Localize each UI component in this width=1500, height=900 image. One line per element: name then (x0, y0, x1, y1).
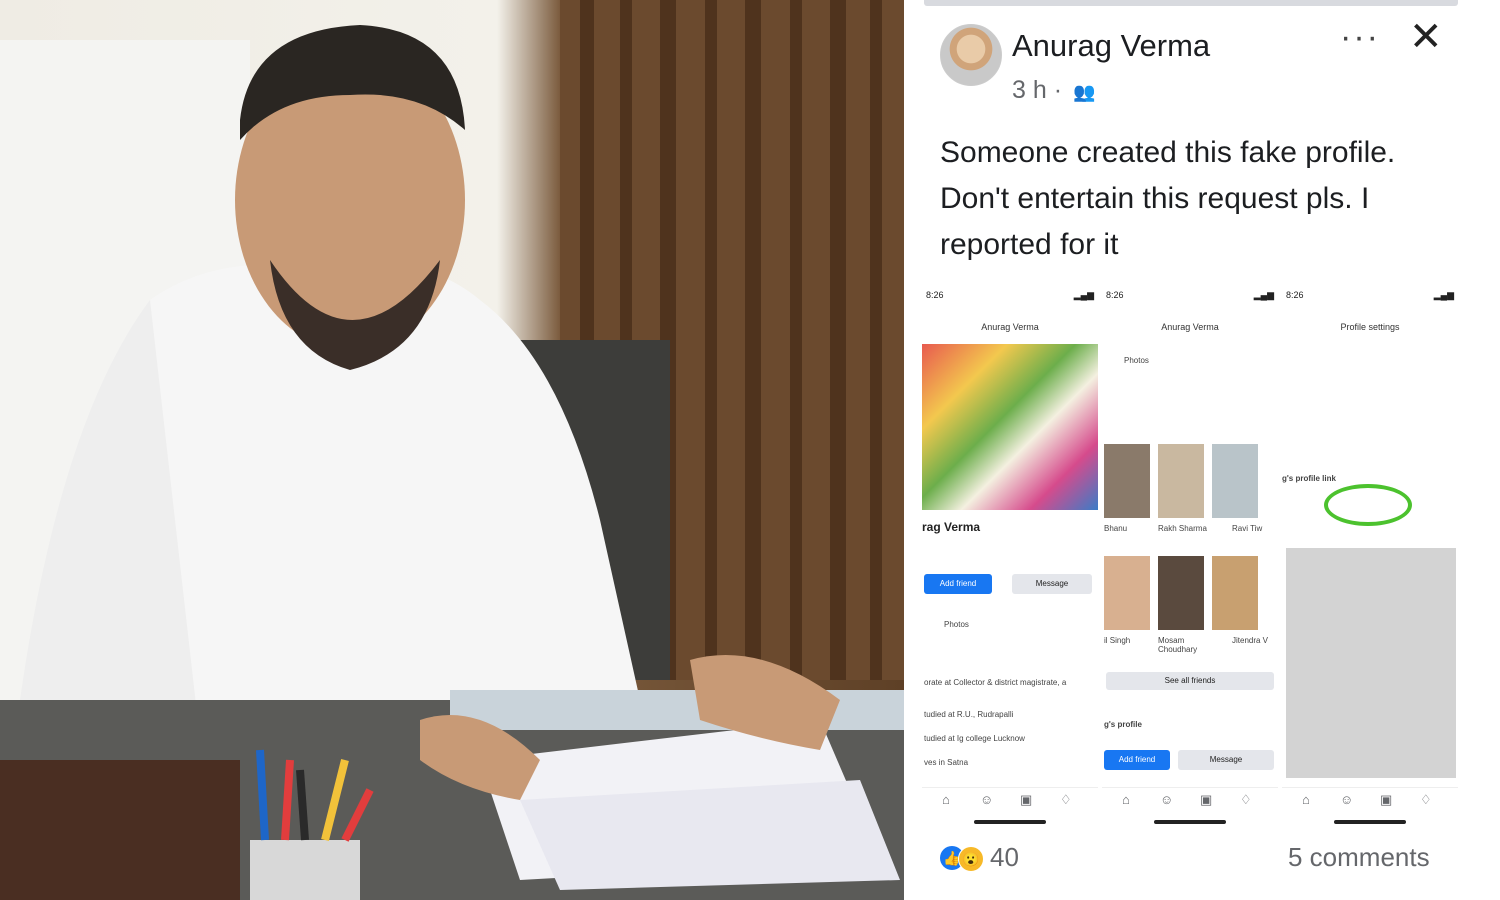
friends-tab-icon[interactable]: ☺ (1340, 792, 1353, 807)
top-divider (924, 0, 1458, 6)
home-indicator (1334, 820, 1406, 824)
intro-line: tudied at R.U., Rudrapalli (924, 710, 1014, 719)
friend-thumb[interactable] (1212, 444, 1258, 518)
author-avatar[interactable] (940, 24, 1002, 86)
facebook-post: Anurag Verma 3 h · 👥 ··· ✕ Someone creat… (904, 0, 1500, 900)
friend-thumb[interactable] (1104, 444, 1150, 518)
photos-label: Photos (1124, 356, 1149, 365)
friends-icon: 👥 (1073, 82, 1096, 102)
highlight-circle (1324, 484, 1412, 526)
status-time: 8:26 (1286, 290, 1304, 300)
friends-tab-icon[interactable]: ☺ (980, 792, 993, 807)
post-time[interactable]: 3 h (1012, 76, 1047, 104)
friend-thumb[interactable] (1158, 444, 1204, 518)
friend-name: Bhanu (1104, 524, 1128, 533)
profile-link-label: g's profile link (1282, 474, 1336, 483)
photos-label: Photos (944, 620, 969, 629)
friends-tab-icon[interactable]: ☺ (1160, 792, 1173, 807)
bottom-tab-bar: ⌂ ☺ ▣ ♢ (922, 787, 1098, 818)
status-bar: 8:26 ▂▄▆ (1286, 290, 1454, 301)
intro-line: orate at Collector & district magistrate… (924, 678, 1067, 687)
signal-icon: ▂▄▆ (1253, 290, 1274, 300)
signal-icon: ▂▄▆ (1073, 290, 1094, 300)
attached-screenshots[interactable]: 8:26 ▂▄▆ Anurag Verma rag Verma Add frie… (922, 284, 1462, 830)
screenshot-friends: 8:26 ▂▄▆ Anurag Verma Photos Bhanu Rakh … (1102, 284, 1278, 830)
screen-title: Profile settings (1340, 322, 1400, 332)
status-bar: 8:26 ▂▄▆ (926, 290, 1094, 301)
home-tab-icon[interactable]: ⌂ (942, 792, 950, 807)
message-button[interactable]: Message (1012, 574, 1092, 594)
video-tab-icon[interactable]: ▣ (1200, 792, 1212, 808)
screen-title: Anurag Verma (981, 322, 1039, 332)
officer-at-desk-illustration (0, 0, 904, 900)
bottom-tab-bar: ⌂ ☺ ▣ ♢ (1102, 787, 1278, 818)
friend-thumb[interactable] (1104, 556, 1150, 630)
signal-icon: ▂▄▆ (1433, 290, 1454, 300)
intro-line: tudied at Ig college Lucknow (924, 734, 1025, 743)
news-photo (0, 0, 904, 900)
home-tab-icon[interactable]: ⌂ (1122, 792, 1130, 807)
home-indicator (1154, 820, 1226, 824)
add-friend-button[interactable]: Add friend (924, 574, 992, 594)
notifications-tab-icon[interactable]: ♢ (1060, 792, 1072, 808)
post-meta: 3 h · 👥 (1012, 76, 1095, 105)
screen-title: Anurag Verma (1161, 322, 1219, 332)
video-tab-icon[interactable]: ▣ (1020, 792, 1032, 808)
screenshot-profile: 8:26 ▂▄▆ Anurag Verma rag Verma Add frie… (922, 284, 1098, 830)
redacted-area (1286, 548, 1456, 778)
friend-name: Rakh Sharma (1158, 524, 1207, 533)
home-tab-icon[interactable]: ⌂ (1302, 792, 1310, 807)
status-time: 8:26 (926, 290, 944, 300)
bottom-tab-bar: ⌂ ☺ ▣ ♢ (1282, 787, 1458, 818)
profile-section-label: g's profile (1104, 720, 1142, 729)
notifications-tab-icon[interactable]: ♢ (1240, 792, 1252, 808)
friend-name: Ravi Tiw (1232, 524, 1263, 533)
reactions-count[interactable]: 40 (990, 842, 1019, 873)
post-text: Someone created this fake profile. Don't… (940, 136, 1396, 261)
screenshot-profile-settings: 8:26 ▂▄▆ Profile settings g's profile li… (1282, 284, 1458, 830)
more-options-icon[interactable]: ··· (1340, 18, 1380, 57)
friend-name: Mosam Choudhary (1158, 636, 1198, 654)
friend-thumb[interactable] (1212, 556, 1258, 630)
friend-thumb[interactable] (1158, 556, 1204, 630)
add-friend-button[interactable]: Add friend (1104, 750, 1170, 770)
friend-name: Jitendra V (1232, 636, 1269, 645)
comments-link[interactable]: 5 comments (1288, 842, 1430, 873)
profile-cover-photo (922, 344, 1098, 510)
close-icon[interactable]: ✕ (1409, 14, 1443, 60)
notifications-tab-icon[interactable]: ♢ (1420, 792, 1432, 808)
wow-icon: 😮 (958, 846, 984, 872)
home-indicator (974, 820, 1046, 824)
see-all-friends-button[interactable]: See all friends (1106, 672, 1274, 690)
status-bar: 8:26 ▂▄▆ (1106, 290, 1274, 301)
meta-separator: · (1053, 76, 1063, 104)
author-name[interactable]: Anurag Verma (1012, 28, 1210, 64)
message-button[interactable]: Message (1178, 750, 1274, 770)
intro-line: ves in Satna (924, 758, 969, 767)
profile-name: rag Verma (922, 520, 981, 534)
friend-name: il Singh (1104, 636, 1131, 645)
video-tab-icon[interactable]: ▣ (1380, 792, 1392, 808)
status-time: 8:26 (1106, 290, 1124, 300)
